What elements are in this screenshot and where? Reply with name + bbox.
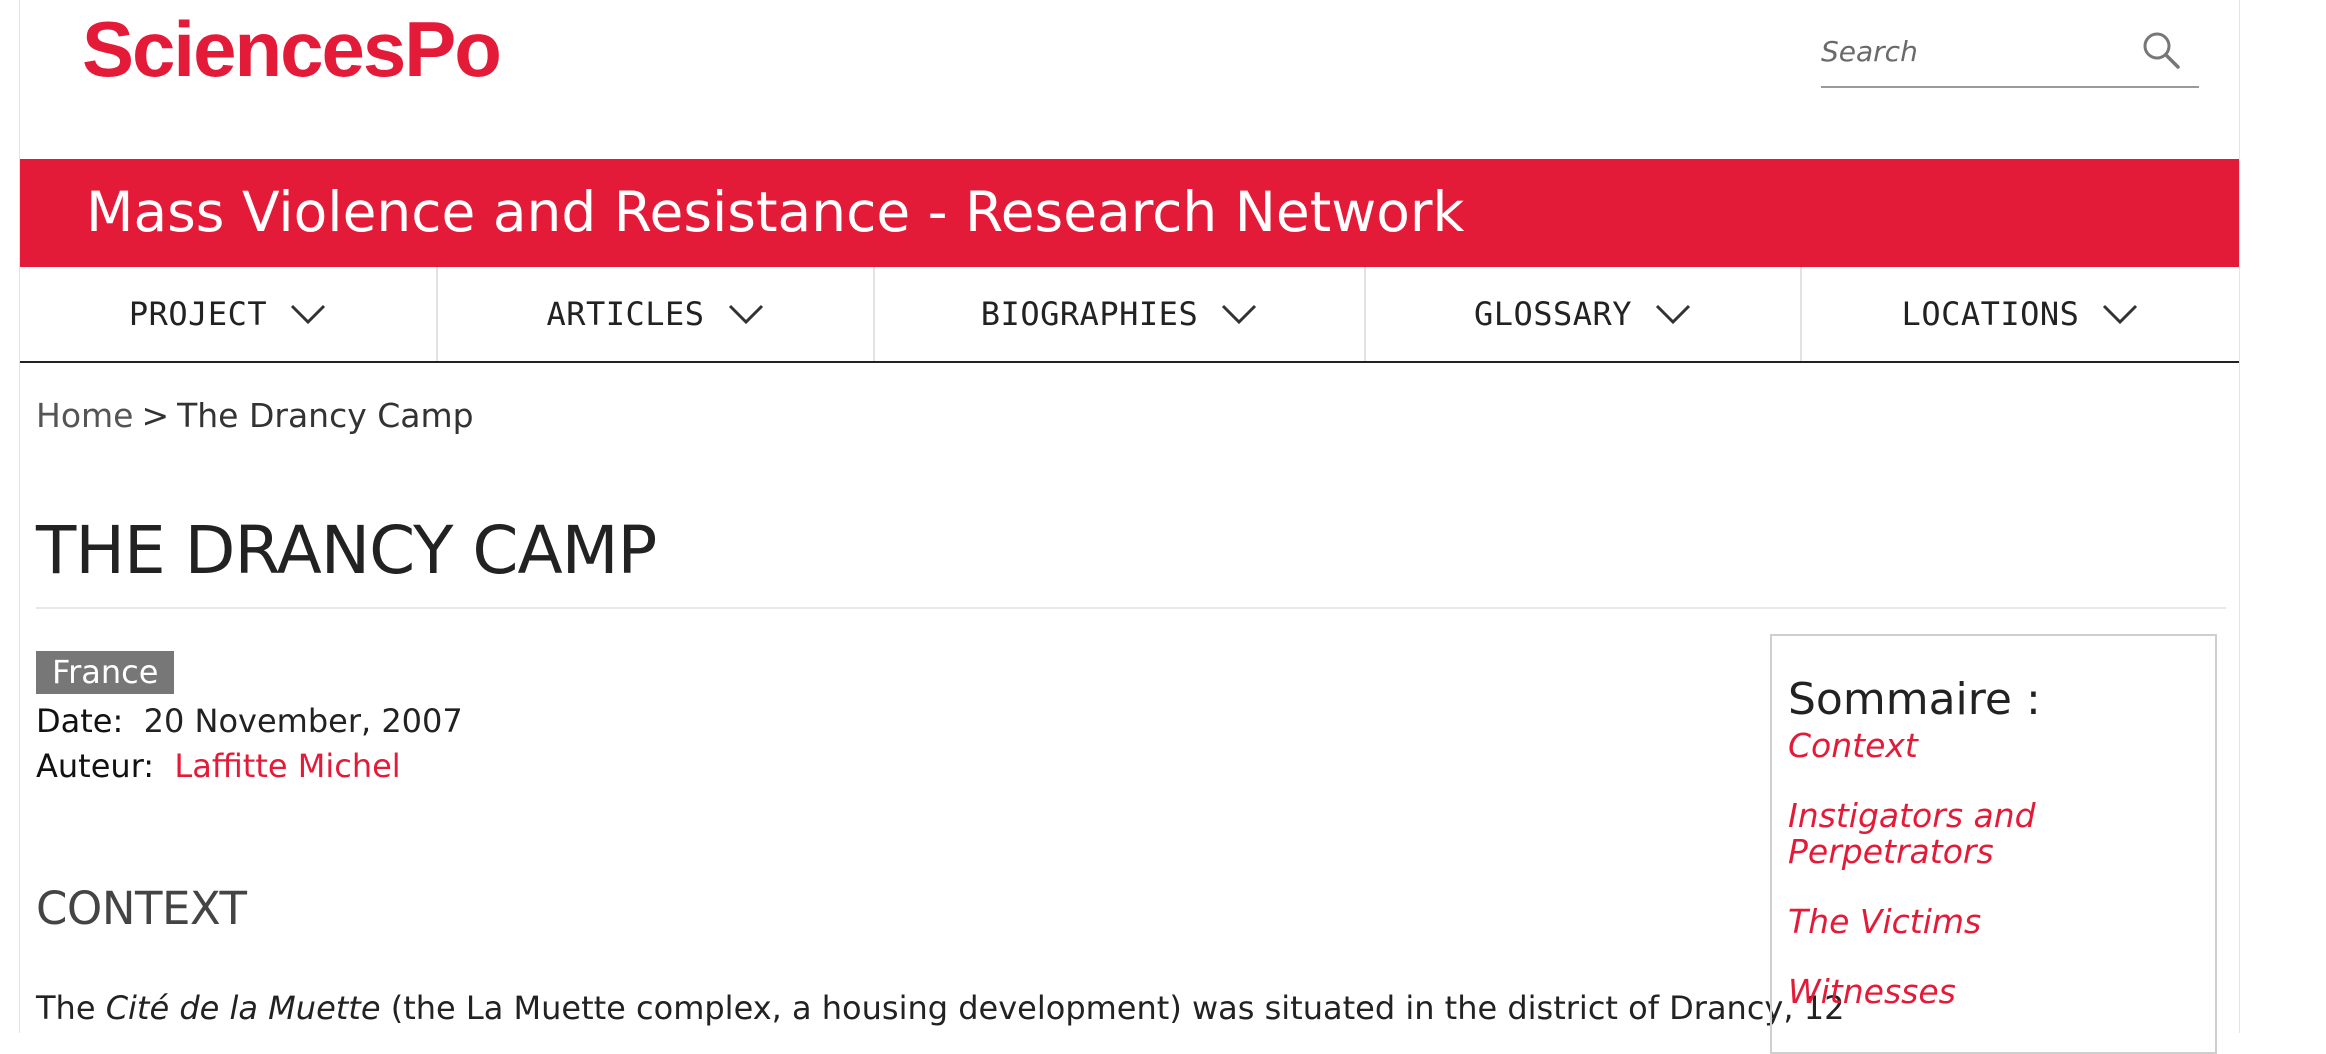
- chevron-down-icon: [1656, 304, 1691, 325]
- chevron-down-icon: [2103, 304, 2138, 325]
- search-input[interactable]: [1821, 28, 2131, 74]
- nav-label: LOCATIONS: [1901, 295, 2080, 333]
- nav-label: GLOSSARY: [1473, 295, 1633, 333]
- main-nav: PROJECT ARTICLES BIOGRAPHIES GLOSSARY LO…: [20, 267, 2239, 363]
- paragraph-text: The: [36, 989, 106, 1027]
- breadcrumb-separator: >: [141, 396, 170, 435]
- breadcrumb: Home > The Drancy Camp: [36, 396, 474, 435]
- sciencespo-logo[interactable]: SciencesPo: [82, 10, 502, 88]
- date-value: 20 November, 2007: [143, 702, 463, 740]
- nav-label: PROJECT: [128, 295, 268, 333]
- nav-item-articles[interactable]: ARTICLES: [438, 267, 875, 361]
- chevron-down-icon: [1222, 304, 1257, 325]
- nav-label: BIOGRAPHIES: [980, 295, 1199, 333]
- nav-item-locations[interactable]: LOCATIONS: [1802, 267, 2239, 361]
- site-title[interactable]: Mass Violence and Resistance - Research …: [86, 179, 1464, 245]
- nav-item-project[interactable]: PROJECT: [20, 267, 438, 361]
- site-banner: Mass Violence and Resistance - Research …: [20, 159, 2239, 267]
- search-box: [1821, 20, 2199, 88]
- author-label: Auteur:: [36, 747, 155, 785]
- chevron-down-icon: [291, 304, 326, 325]
- breadcrumb-home-link[interactable]: Home: [36, 396, 133, 435]
- title-divider: [36, 607, 2226, 609]
- country-tag[interactable]: France: [36, 651, 175, 694]
- toc-link-victims[interactable]: The Victims: [1788, 904, 2199, 940]
- toc-link-context[interactable]: Context: [1788, 728, 2199, 764]
- search-icon[interactable]: [2141, 30, 2181, 70]
- chevron-down-icon: [728, 304, 763, 325]
- paragraph-italic-text: Cité de la Muette: [105, 989, 381, 1027]
- page: SciencesPo Mass Violence and Resistance …: [19, 0, 2240, 1054]
- toc-link-instigators[interactable]: Instigators and Perpetrators: [1788, 798, 2199, 870]
- section-heading-context: CONTEXT: [36, 882, 247, 935]
- author-link[interactable]: Laffitte Michel: [174, 747, 400, 785]
- date-label: Date:: [36, 702, 124, 740]
- nav-label: ARTICLES: [546, 295, 705, 333]
- date-line: Date: 20 November, 2007: [36, 702, 463, 740]
- toc-link-witnesses[interactable]: Witnesses: [1788, 974, 2199, 1010]
- author-line: Auteur: Laffitte Michel: [36, 747, 401, 785]
- table-of-contents: Sommaire : Context Instigators and Perpe…: [1770, 634, 2217, 1054]
- breadcrumb-current: The Drancy Camp: [177, 396, 474, 435]
- article-paragraph: The Cité de la Muette (the La Muette com…: [36, 985, 1844, 1031]
- toc-title: Sommaire :: [1788, 674, 2041, 725]
- nav-item-glossary[interactable]: GLOSSARY: [1366, 267, 1802, 361]
- page-title: THE DRANCY CAMP: [36, 512, 657, 589]
- nav-item-biographies[interactable]: BIOGRAPHIES: [875, 267, 1366, 361]
- paragraph-text: (the La Muette complex, a housing develo…: [380, 989, 1845, 1027]
